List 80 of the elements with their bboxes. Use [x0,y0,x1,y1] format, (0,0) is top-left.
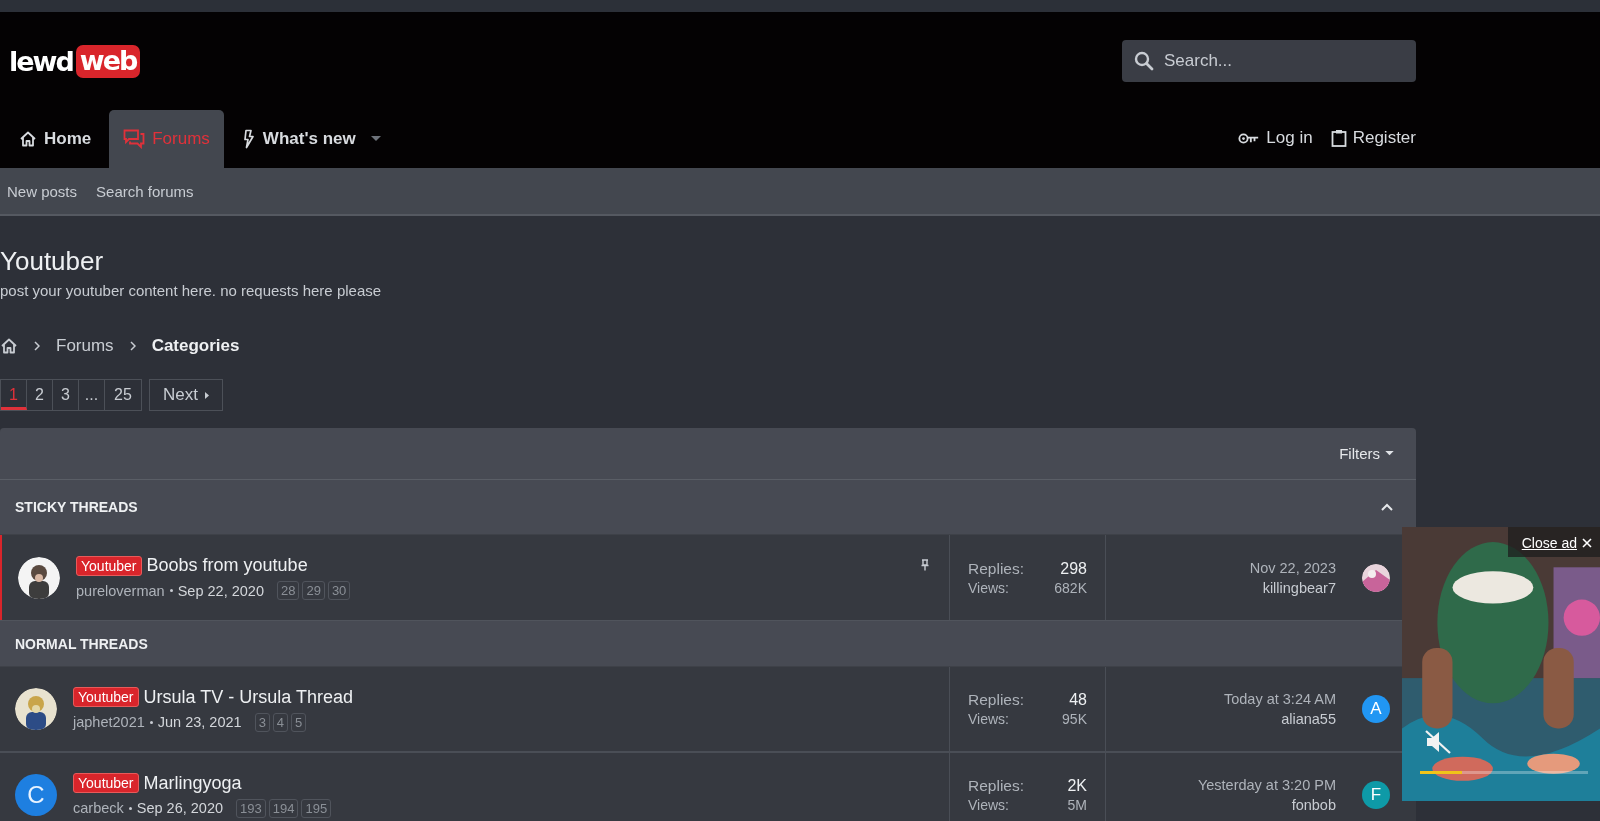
last-poster[interactable]: aliana55 [1281,711,1336,727]
thread-item[interactable]: Youtuber Ursula TV - Ursula Thread japhet2021 Jun 23, 2021 3 4 5 [0,667,949,751]
replies-label: Replies: [968,691,1024,709]
thread-title[interactable]: Marlingyoga [143,772,242,794]
thread-prefix[interactable]: Youtuber [73,687,139,707]
account-link[interactable]: Log in [1238,128,1313,148]
thread-author[interactable]: pureloverman [76,582,165,599]
page-title: Youtuber [0,245,105,278]
page-link[interactable]: 30 [327,581,351,600]
last-post-date[interactable]: Nov 22, 2023 [1249,559,1336,576]
page-link[interactable]: 194 [268,798,299,818]
thread-date: Sep 26, 2020 [136,800,224,816]
page-link[interactable]: 195 [301,798,332,818]
next-button[interactable]: Next [149,379,223,411]
page-link[interactable]: 5 [291,712,307,732]
thread-date: Jun 23, 2021 [157,714,242,730]
account-link[interactable]: Register [1330,128,1416,148]
page-link[interactable]: 3 [254,712,270,732]
thread-date: Sep 22, 2020 [177,582,264,599]
search-field[interactable]: Search... [1122,40,1416,82]
page-link[interactable]: 2 [27,380,53,410]
replies-label: Replies: [968,559,1024,578]
forum-description: post your youtuber content here. no requests here please [0,282,383,299]
view-count: 5M [1067,797,1087,813]
key-icon [1238,131,1261,145]
clipboard-icon [1330,129,1347,147]
close-ad-button[interactable]: Close ad [1507,527,1600,557]
subnav-link[interactable]: Search forums [96,182,194,200]
views-label: Views: [968,579,1009,596]
chat-icon [123,129,146,149]
chevron-icon [129,341,136,351]
reply-count: 298 [1060,559,1087,578]
subnav-link[interactable]: New posts [7,182,78,200]
page-link[interactable]: 29 [302,581,325,600]
page-link[interactable]: 28 [276,581,300,600]
thread-title[interactable]: Boobs from youtube [146,555,308,576]
thread-title[interactable]: Ursula TV - Ursula Thread [143,686,353,708]
thread-item[interactable]: C Youtuber Marlingyoga carbeck Sep 26, 2020 193 194 195 [0,753,949,821]
page-link[interactable]: ... [79,380,105,410]
home-icon [19,130,37,148]
pin-icon [921,559,929,571]
thread-author[interactable]: carbeck [73,800,124,816]
page-link[interactable]: 3 [53,380,79,410]
chevron-icon [34,341,40,351]
caret-icon [1385,451,1394,456]
thread-author[interactable]: japhet2021 [73,714,145,730]
views-label: Views: [968,711,1009,727]
view-count: 682K [1054,579,1087,596]
caret-icon [204,391,209,399]
filters-button[interactable]: Filters [1339,445,1394,462]
user-avatar[interactable]: F [1362,781,1390,809]
thread-prefix[interactable]: Youtuber [76,555,142,576]
view-count: 95K [1062,711,1087,727]
page-link[interactable]: 193 [236,798,266,818]
thread-prefix[interactable]: Youtuber [73,773,139,793]
reply-count: 48 [1069,691,1087,709]
close-icon [1582,538,1592,548]
mute-icon[interactable] [1424,729,1452,755]
views-label: Views: [968,797,1009,813]
reply-count: 2K [1067,777,1087,795]
last-poster[interactable]: fonbob [1291,797,1336,813]
page-link[interactable]: 25 [105,380,141,410]
nav-tab[interactable]: What's new [227,110,395,168]
bolt-icon [241,129,256,149]
replies-label: Replies: [968,777,1024,795]
site-logo[interactable]: lewd web [0,44,141,78]
user-avatar[interactable]: A [1362,695,1390,723]
nav-tab[interactable]: Home [5,110,106,168]
last-post-date[interactable]: Yesterday at 3:20 PM [1197,777,1336,793]
home-icon[interactable] [0,337,18,355]
page-link[interactable]: 4 [272,712,289,732]
section-title: STICKY THREADS [15,499,138,515]
search-icon [1134,51,1154,71]
breadcrumb-link[interactable]: Forums [56,336,114,356]
collapse-icon[interactable] [1381,503,1393,511]
user-avatar[interactable]: C [15,774,57,816]
section-title: NORMAL THREADS [15,635,148,652]
last-post-date[interactable]: Today at 3:24 AM [1223,691,1336,707]
last-poster[interactable]: killingbear7 [1262,579,1336,596]
breadcrumb-link[interactable]: Categories [151,336,240,356]
